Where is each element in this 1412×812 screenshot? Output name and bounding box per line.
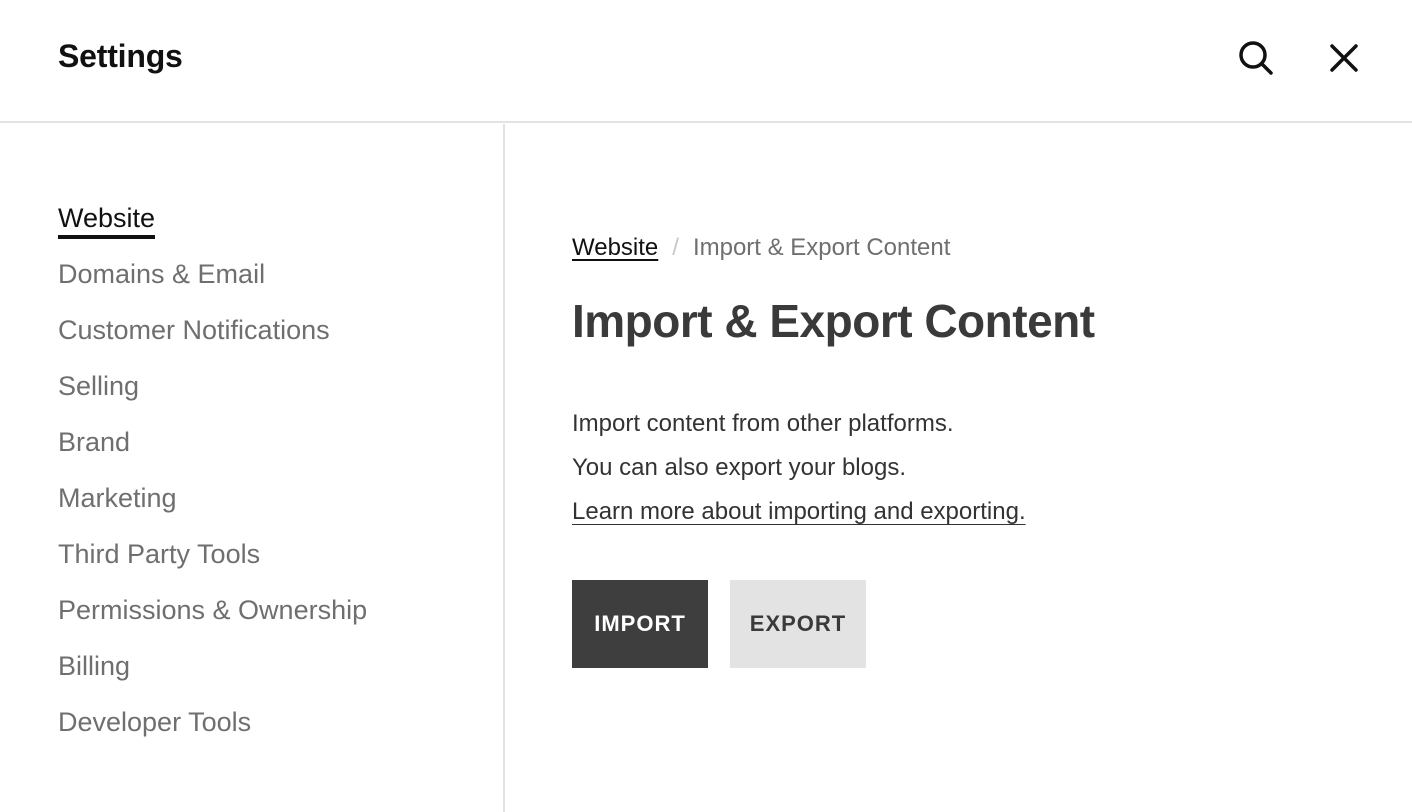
- settings-sidebar: Website Domains & Email Customer Notific…: [0, 124, 505, 812]
- search-button[interactable]: [1236, 38, 1276, 78]
- close-icon: [1330, 44, 1358, 72]
- sidebar-item-billing[interactable]: Billing: [58, 648, 367, 704]
- sidebar-item-customer-notifications[interactable]: Customer Notifications: [58, 312, 367, 368]
- search-icon: [1239, 41, 1273, 75]
- breadcrumb-parent-link[interactable]: Website: [572, 234, 658, 262]
- close-button[interactable]: [1324, 38, 1364, 78]
- settings-title: Settings: [58, 38, 183, 74]
- sidebar-item-website[interactable]: Website: [58, 200, 367, 256]
- sidebar-item-permissions-ownership[interactable]: Permissions & Ownership: [58, 592, 367, 648]
- import-button[interactable]: IMPORT: [572, 580, 708, 668]
- breadcrumb-current: Import & Export Content: [692, 234, 951, 261]
- sidebar-item-label: Website: [58, 201, 156, 239]
- sidebar-item-domains-email[interactable]: Domains & Email: [58, 256, 367, 312]
- sidebar-item-brand[interactable]: Brand: [58, 424, 367, 480]
- sidebar-item-label: Third Party Tools: [58, 539, 261, 569]
- sidebar-item-developer-tools[interactable]: Developer Tools: [58, 704, 367, 760]
- sidebar-item-marketing[interactable]: Marketing: [58, 480, 367, 536]
- breadcrumb: Website / Import & Export Content: [572, 234, 950, 262]
- sidebar-item-third-party-tools[interactable]: Third Party Tools: [58, 536, 367, 592]
- description-line: You can also export your blogs.: [572, 454, 906, 481]
- sidebar-item-label: Customer Notifications: [58, 315, 330, 345]
- learn-more-link[interactable]: Learn more about importing and exporting…: [572, 498, 1026, 526]
- page-title: Import & Export Content: [572, 295, 1095, 347]
- sidebar-item-label: Marketing: [58, 483, 177, 513]
- sidebar-item-label: Permissions & Ownership: [58, 595, 368, 625]
- sidebar-item-label: Billing: [58, 651, 131, 681]
- sidebar-item-label: Domains & Email: [58, 259, 266, 289]
- sidebar-item-selling[interactable]: Selling: [58, 368, 367, 424]
- export-button[interactable]: EXPORT: [730, 580, 866, 668]
- description-line: Import content from other platforms.: [572, 410, 954, 437]
- sidebar-item-label: Selling: [58, 371, 140, 401]
- sidebar-item-label: Brand: [58, 427, 131, 457]
- sidebar-item-label: Developer Tools: [58, 707, 252, 737]
- settings-header: Settings: [0, 0, 1412, 123]
- breadcrumb-separator: /: [672, 234, 679, 261]
- settings-nav: Website Domains & Email Customer Notific…: [58, 200, 367, 760]
